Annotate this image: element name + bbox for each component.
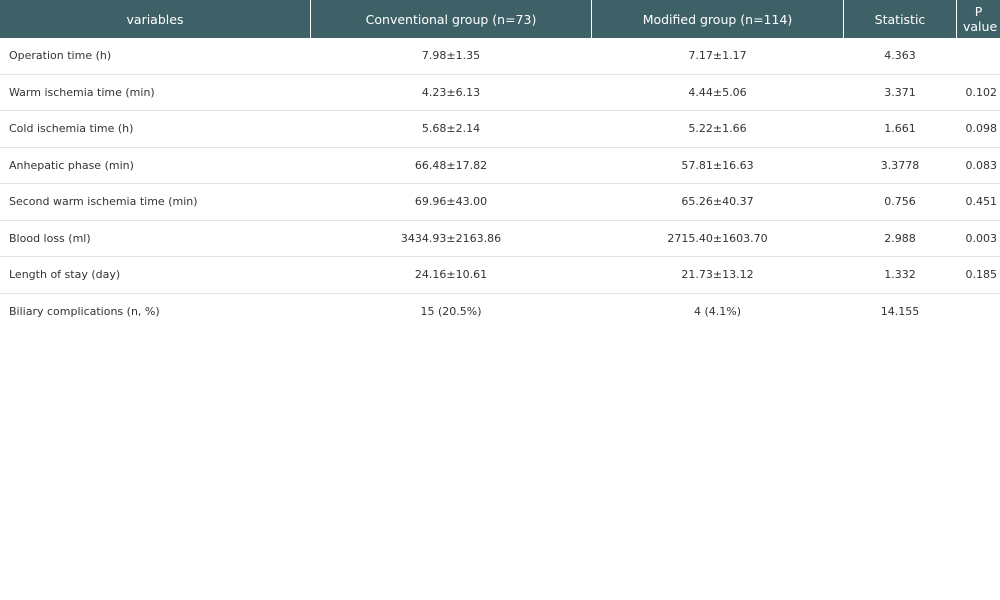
cell-p-value	[957, 293, 1000, 329]
cell-statistic: 14.155	[880, 304, 920, 318]
cell-variable: Blood loss (ml)	[0, 220, 311, 257]
cell-statistic: 1.661	[843, 110, 957, 148]
table-header: variables Conventional group (n=73) Modi…	[0, 0, 1000, 38]
cell-modified: 21.73±13.12	[591, 256, 844, 294]
cell-modified: 7.17±1.17	[591, 38, 844, 75]
cell-conventional: 5.68±2.14	[310, 110, 592, 148]
cell-variable: Operation time (h)	[0, 38, 311, 75]
cell-statistic: 1.332	[843, 256, 957, 294]
cell-conventional: 69.96±43.00	[310, 183, 592, 221]
cell-p-value: 0.003	[956, 220, 1000, 257]
cell-conventional: 15 (20.5%)	[420, 304, 482, 318]
cell-modified: 57.81±16.63	[591, 147, 844, 184]
table-body: Operation time (h) 7.98±1.35 7.17±1.17 4…	[0, 38, 1000, 329]
results-table: variables Conventional group (n=73) Modi…	[0, 0, 1000, 329]
cell-variable: Cold ischemia time (h)	[0, 110, 311, 148]
table-row: Warm ischemia time (min) 4.23±6.13 4.44±…	[0, 74, 1000, 111]
header-p-value: P value	[956, 0, 1000, 38]
header-statistic: Statistic	[843, 0, 957, 38]
cell-conventional: 66.48±17.82	[310, 147, 592, 184]
header-variables: variables	[0, 0, 311, 38]
table-row: Operation time (h) 7.98±1.35 7.17±1.17 4…	[0, 38, 1000, 75]
cell-modified: 2715.40±1603.70	[591, 220, 844, 257]
cell-conventional: 24.16±10.61	[310, 256, 592, 294]
cell-p-value: 0.098	[956, 110, 1000, 148]
cell-modified: 5.22±1.66	[591, 110, 844, 148]
table-row: Second warm ischemia time (min) 69.96±43…	[0, 183, 1000, 221]
cell-variable: Anhepatic phase (min)	[0, 147, 311, 184]
cell-variable: Biliary complications (n, %)	[9, 304, 160, 318]
cell-modified: 4 (4.1%)	[693, 304, 742, 318]
cell-statistic: 4.363	[843, 38, 957, 75]
cell-modified: 4.44±5.06	[591, 74, 844, 111]
cell-statistic: 0.756	[843, 183, 957, 221]
cell-modified: 65.26±40.37	[591, 183, 844, 221]
header-row: variables Conventional group (n=73) Modi…	[0, 0, 1000, 38]
cell-conventional: 7.98±1.35	[310, 38, 592, 75]
cell-statistic: 3.3778	[843, 147, 957, 184]
cell-p-value: 0.102	[956, 74, 1000, 111]
table-row: Length of stay (day) 24.16±10.61 21.73±1…	[0, 256, 1000, 294]
cell-variable: Length of stay (day)	[0, 256, 311, 294]
cell-p-value: 0.083	[956, 147, 1000, 184]
table-row: Biliary complications (n, %) 15 (20.5%) …	[0, 293, 1000, 329]
cell-p-value: 0.185	[956, 256, 1000, 294]
cell-statistic: 3.371	[843, 74, 957, 111]
table-row: Cold ischemia time (h) 5.68±2.14 5.22±1.…	[0, 110, 1000, 148]
cell-statistic: 2.988	[843, 220, 957, 257]
cell-p-value: 0.451	[956, 183, 1000, 221]
cell-variable: Second warm ischemia time (min)	[0, 183, 311, 221]
cell-conventional: 3434.93±2163.86	[310, 220, 592, 257]
cell-variable: Warm ischemia time (min)	[0, 74, 311, 111]
header-conventional-group: Conventional group (n=73)	[310, 0, 592, 38]
table-row: Blood loss (ml) 3434.93±2163.86 2715.40±…	[0, 220, 1000, 257]
cell-p-value	[956, 38, 1000, 75]
table-row: Anhepatic phase (min) 66.48±17.82 57.81±…	[0, 147, 1000, 184]
cell-conventional: 4.23±6.13	[310, 74, 592, 111]
header-modified-group: Modified group (n=114)	[591, 0, 844, 38]
